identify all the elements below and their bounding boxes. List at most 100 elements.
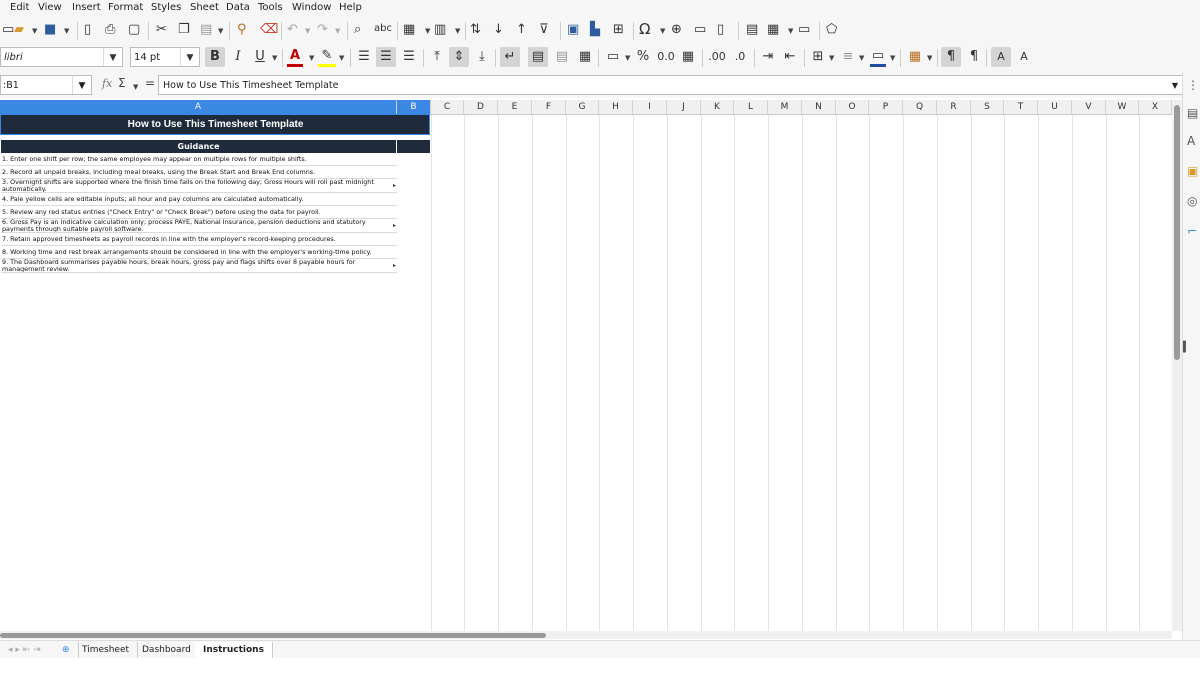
row-icon[interactable]: ▦	[403, 22, 415, 38]
special-character-icon[interactable]: Ω	[639, 21, 650, 37]
gallery-icon[interactable]: ▣	[1187, 164, 1198, 178]
column-header-t[interactable]: T	[1004, 100, 1038, 114]
tab-dashboard[interactable]: Dashboard	[134, 642, 200, 658]
clear-formatting-icon[interactable]: ⌫	[260, 22, 278, 38]
formula-icon[interactable]: =	[145, 76, 155, 90]
properties-icon[interactable]: ▤	[1187, 106, 1198, 120]
guidance-row[interactable]: 2. Record all unpaid breaks, including m…	[1, 166, 397, 179]
functions-icon[interactable]: ⌐	[1187, 224, 1197, 238]
split-window-icon[interactable]: ▭	[798, 22, 810, 38]
save-icon[interactable]: ■	[44, 22, 56, 38]
font-color-dropdown-icon[interactable]: ▼	[309, 54, 314, 62]
delete-decimal-icon[interactable]: .0	[730, 49, 750, 65]
undo-dropdown-icon[interactable]: ▼	[305, 27, 310, 35]
function-wizard-icon[interactable]: fx	[102, 77, 112, 90]
guidance-row[interactable]: 4. Pale yellow cells are editable inputs…	[1, 193, 397, 206]
column-header-v[interactable]: V	[1072, 100, 1106, 114]
column-header-f[interactable]: F	[532, 100, 566, 114]
guidance-row[interactable]: 7. Retain approved timesheets as payroll…	[1, 233, 397, 246]
align-right-icon[interactable]: ☰	[401, 49, 417, 65]
borders-icon[interactable]: ⊞	[810, 49, 826, 65]
guidance-row[interactable]: 3. Overnight shifts are supported where …	[1, 179, 397, 193]
guidance-header-cell[interactable]: Guidance	[1, 140, 396, 153]
export-pdf-icon[interactable]: ▯	[84, 22, 91, 38]
text-vertical-icon[interactable]: A	[1016, 49, 1032, 65]
align-bottom-icon[interactable]: ⤓	[474, 49, 490, 65]
expand-formula-icon[interactable]: ▼	[1168, 76, 1182, 94]
column-header-l[interactable]: L	[734, 100, 768, 114]
column-header-w[interactable]: W	[1106, 100, 1139, 114]
guidance-row[interactable]: 9. The Dashboard summarises payable hour…	[1, 259, 397, 273]
tab-instructions[interactable]: Instructions	[195, 642, 273, 658]
guidance-row[interactable]: 8. Working time and rest break arrangeme…	[1, 246, 397, 259]
font-size-dropdown-icon[interactable]: ▼	[180, 48, 199, 66]
borders-dropdown-icon[interactable]: ▼	[829, 54, 834, 62]
insert-image-icon[interactable]: ▣	[567, 22, 579, 38]
font-color-icon[interactable]: A	[287, 48, 303, 67]
guidance-row[interactable]: 1. Enter one shift per row; the same emp…	[1, 153, 397, 166]
column-dropdown-icon[interactable]: ▼	[455, 27, 460, 35]
number-format-button[interactable]: 0.0	[656, 49, 676, 65]
text-horizontal-icon[interactable]: A	[991, 47, 1011, 67]
border-color-icon[interactable]: ▭	[870, 48, 886, 67]
decrease-indent-icon[interactable]: ⇤	[782, 49, 798, 65]
column-header-c[interactable]: C	[431, 100, 464, 114]
column-header-q[interactable]: Q	[903, 100, 937, 114]
undo-icon[interactable]: ↶	[287, 22, 298, 38]
find-replace-icon[interactable]: ⌕	[354, 22, 361, 38]
conditional-dropdown-icon[interactable]: ▼	[927, 54, 932, 62]
print-preview-icon[interactable]: ▢	[128, 22, 140, 38]
center-vertically-icon[interactable]: ⇕	[449, 47, 469, 67]
merge-cells-icon[interactable]: ▤	[554, 49, 570, 65]
show-draw-functions-icon[interactable]: ⬠	[826, 22, 837, 38]
conditional-format-icon[interactable]: ▦	[906, 49, 924, 65]
column-header-r[interactable]: R	[937, 100, 971, 114]
guidance-row[interactable]: 5. Review any red status entries ("Check…	[1, 206, 397, 219]
menu-styles[interactable]: Styles	[151, 2, 181, 13]
underline-button[interactable]: U	[252, 49, 268, 65]
special-character-dropdown-icon[interactable]: ▼	[660, 27, 665, 35]
sort-icon[interactable]: ⇅	[470, 22, 481, 38]
menu-data[interactable]: Data	[226, 2, 250, 13]
tab-timesheet[interactable]: Timesheet	[74, 642, 139, 658]
comment-icon[interactable]: ▭	[694, 22, 706, 38]
column-icon[interactable]: ▥	[434, 22, 446, 38]
unmerge-cells-icon[interactable]: ▦	[577, 49, 593, 65]
insert-chart-icon[interactable]: ▙	[590, 22, 600, 38]
menu-sheet[interactable]: Sheet	[190, 2, 219, 13]
bold-button[interactable]: B	[205, 47, 225, 67]
tab-scroll-buttons[interactable]: ◂ ▸ ⇤ ⇥	[0, 642, 49, 658]
menu-window[interactable]: Window	[292, 2, 331, 13]
merge-center-icon[interactable]: ▤	[528, 47, 548, 67]
border-color-dropdown-icon[interactable]: ▼	[890, 54, 895, 62]
menu-insert[interactable]: Insert	[72, 2, 101, 13]
column-header-n[interactable]: N	[802, 100, 836, 114]
left-to-right-icon[interactable]: ¶	[941, 47, 961, 67]
clone-formatting-icon[interactable]: ⚲	[237, 22, 247, 38]
column-header-e[interactable]: E	[498, 100, 532, 114]
column-header-p[interactable]: P	[869, 100, 903, 114]
font-name-dropdown-icon[interactable]: ▼	[103, 48, 122, 66]
hyperlink-icon[interactable]: ⊕	[671, 22, 682, 38]
guidance-row[interactable]: 6. Gross Pay is an indicative calculatio…	[1, 219, 397, 233]
increase-indent-icon[interactable]: ⇥	[760, 49, 776, 65]
pivot-table-icon[interactable]: ⊞	[613, 22, 624, 38]
sidebar-menu-icon[interactable]: ⋮	[1187, 78, 1199, 92]
align-top-icon[interactable]: ⤒	[429, 49, 445, 65]
column-header-d[interactable]: D	[464, 100, 498, 114]
column-header-u[interactable]: U	[1038, 100, 1072, 114]
menu-help[interactable]: Help	[339, 2, 362, 13]
vertical-scroll-thumb[interactable]	[1174, 105, 1180, 360]
column-header-j[interactable]: J	[667, 100, 701, 114]
vertical-scrollbar[interactable]	[1172, 100, 1182, 631]
italic-button[interactable]: I	[230, 49, 246, 65]
align-left-icon[interactable]: ☰	[356, 49, 372, 65]
menu-format[interactable]: Format	[108, 2, 143, 13]
right-to-left-icon[interactable]: ¶	[966, 49, 982, 65]
font-size-box[interactable]: 14 pt ▼	[130, 47, 200, 67]
date-format-icon[interactable]: ▦	[680, 49, 696, 65]
horizontal-scrollbar[interactable]	[0, 631, 1172, 639]
border-style-dropdown-icon[interactable]: ▼	[859, 54, 864, 62]
name-box[interactable]: :B1 ▼	[0, 75, 92, 95]
formula-input[interactable]: How to Use This Timesheet Template ▼	[158, 75, 1183, 95]
